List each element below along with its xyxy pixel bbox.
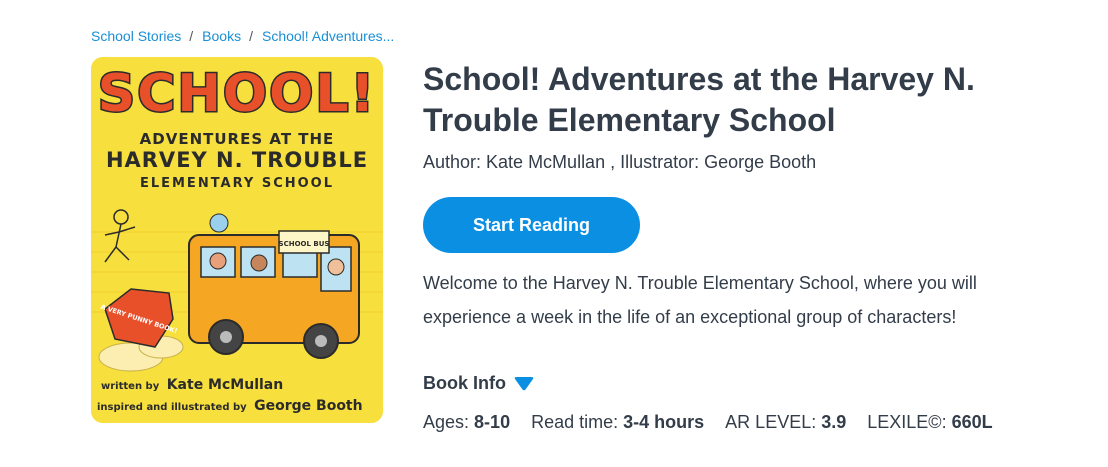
cover-subtitle-3: ELEMENTARY SCHOOL <box>140 176 334 191</box>
stat-lexile-label: LEXILE©: <box>867 412 947 432</box>
breadcrumb-separator: / <box>249 28 253 44</box>
cover-bus-sign: SCHOOL BUS <box>279 240 330 248</box>
book-description: Welcome to the Harvey N. Trouble Element… <box>423 273 977 327</box>
stat-ages: Ages: 8-10 <box>423 412 510 433</box>
cover-author: Kate McMullan <box>167 377 284 393</box>
cover-title: SCHOOL! <box>98 64 376 124</box>
cover-illustrated-by: inspired and illustrated by <box>97 402 247 413</box>
cover-subtitle-1: ADVENTURES AT THE <box>140 130 335 148</box>
stat-ages-value: 8-10 <box>474 412 511 432</box>
breadcrumb-school-stories[interactable]: School Stories <box>91 28 181 44</box>
cover-written-by: written by <box>101 381 160 392</box>
cover-bus-illustration: SCHOOL BUS <box>188 213 360 359</box>
cover-subtitle-2: HARVEY N. TROUBLE <box>106 148 368 172</box>
book-info-label: Book Info <box>423 373 506 393</box>
stat-ar-level-value: 3.9 <box>821 412 847 432</box>
start-reading-button[interactable]: Start Reading <box>423 197 640 253</box>
book-cover[interactable]: SCHOOL! ADVENTURES AT THE HARVEY N. TROU… <box>91 57 383 423</box>
stat-read-time-label: Read time: <box>531 412 619 432</box>
breadcrumb: School Stories / Books / School! Adventu… <box>91 28 394 44</box>
stat-lexile-value: 660L <box>951 412 993 432</box>
breadcrumb-separator: / <box>189 28 194 44</box>
stat-ages-label: Ages: <box>423 412 470 432</box>
author-illustrator: Author: Kate McMullan , Illustrator: Geo… <box>423 152 817 172</box>
breadcrumb-current-book[interactable]: School! Adventures... <box>262 28 394 44</box>
chevron-down-icon <box>514 376 534 390</box>
stat-read-time: Read time: 3-4 hours <box>531 412 704 433</box>
cover-illustrator: George Booth <box>254 398 362 414</box>
stat-lexile: LEXILE©: 660L <box>867 412 992 433</box>
book-title: School! Adventures at the Harvey N. Trou… <box>423 61 975 138</box>
stat-ar-level: AR LEVEL: 3.9 <box>725 412 846 433</box>
book-info-toggle[interactable]: Book Info <box>423 373 534 394</box>
stat-ar-level-label: AR LEVEL: <box>725 412 817 432</box>
stat-read-time-value: 3-4 hours <box>623 412 705 432</box>
breadcrumb-books[interactable]: Books <box>202 28 241 44</box>
book-stats: Ages: 8-10 Read time: 3-4 hours AR LEVEL… <box>423 412 1014 433</box>
